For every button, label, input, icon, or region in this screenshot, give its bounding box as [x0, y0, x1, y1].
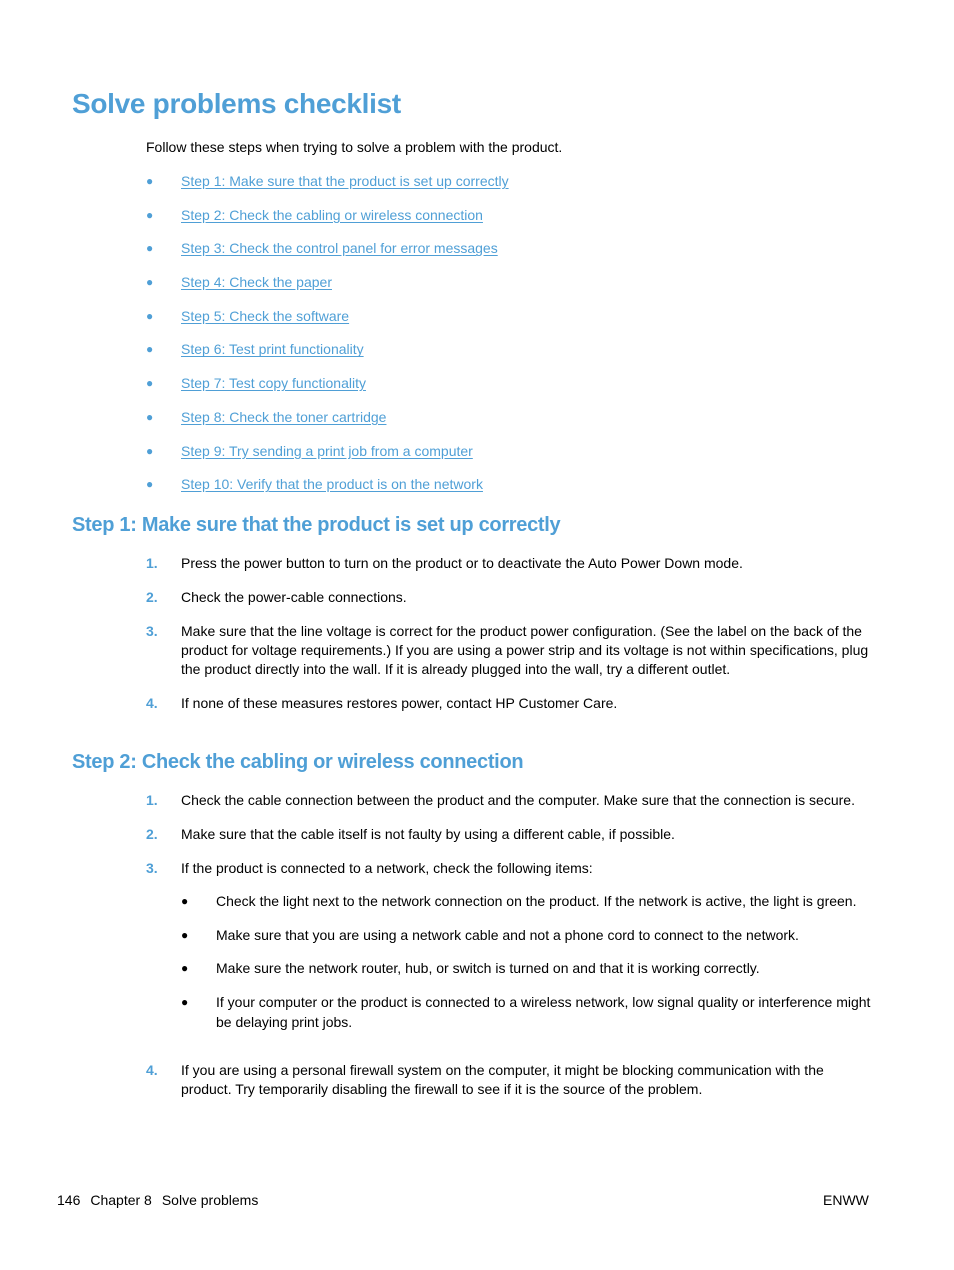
toc-item: ● Step 1: Make sure that the product is s…: [146, 172, 509, 206]
toc-link-step-1[interactable]: Step 1: Make sure that the product is se…: [181, 172, 509, 191]
step-number: 1.: [146, 792, 158, 808]
toc-item: ● Step 7: Test copy functionality: [146, 374, 509, 408]
bullet-icon: ●: [146, 275, 154, 290]
toc-item: ● Step 6: Test print functionality: [146, 340, 509, 374]
list-item: 1. Press the power button to turn on the …: [146, 554, 871, 573]
intro-text: Follow these steps when trying to solve …: [146, 139, 563, 155]
toc-item: ● Step 4: Check the paper: [146, 273, 509, 307]
step-text: Press the power button to turn on the pr…: [181, 555, 743, 571]
bullet-icon: ●: [146, 443, 154, 458]
step-text: If none of these measures restores power…: [181, 694, 618, 711]
bullet-icon: ●: [181, 995, 189, 1010]
toc-item: ● Step 8: Check the toner cartridge: [146, 408, 509, 442]
step-body: If the product is connected to a network…: [181, 859, 871, 1047]
step-text: If the product is connected to a network…: [181, 859, 593, 876]
page-number: 146: [57, 1192, 81, 1208]
sub-item-text: Check the light next to the network conn…: [216, 892, 857, 909]
sub-list-item: ● If your computer or the product is conn…: [181, 993, 871, 1032]
bullet-icon: ●: [181, 961, 189, 976]
bullet-icon: ●: [181, 927, 189, 942]
step-number: 4.: [146, 694, 158, 711]
toc-link-step-5[interactable]: Step 5: Check the software: [181, 307, 349, 326]
toc-link-step-6[interactable]: Step 6: Test print functionality: [181, 340, 364, 359]
list-item: 3. Make sure that the line voltage is cor…: [146, 622, 871, 680]
step-number: 3.: [146, 622, 158, 639]
step-number: 3.: [146, 859, 158, 876]
toc-link-step-8[interactable]: Step 8: Check the toner cartridge: [181, 408, 386, 427]
step-text: Make sure that the cable itself is not f…: [181, 825, 675, 842]
step-text: If you are using a personal firewall sys…: [181, 1061, 824, 1098]
sub-list-item: ● Check the light next to the network con…: [181, 892, 871, 911]
sub-list-item: ● Make sure the network router, hub, or s…: [181, 959, 871, 978]
step-number: 1.: [146, 555, 158, 571]
toc-link-step-7[interactable]: Step 7: Test copy functionality: [181, 374, 366, 393]
page-title: Solve problems checklist: [72, 88, 401, 119]
list-item: 4. If none of these measures restores pow…: [146, 694, 871, 713]
bullet-icon: ●: [146, 241, 154, 256]
toc-item: ● Step 5: Check the software: [146, 307, 509, 341]
step-2-list: 1. Check the cable connection between the…: [146, 791, 871, 1114]
sub-item-text: If your computer or the product is conne…: [216, 994, 871, 1030]
toc-item: ● Step 10: Verify that the product is on …: [146, 475, 509, 509]
toc-link-step-9[interactable]: Step 9: Try sending a print job from a c…: [181, 442, 473, 461]
bullet-icon: ●: [146, 174, 154, 188]
toc-link-step-10[interactable]: Step 10: Verify that the product is on t…: [181, 475, 483, 494]
step-number: 2.: [146, 825, 158, 842]
toc-link-step-3[interactable]: Step 3: Check the control panel for erro…: [181, 239, 498, 258]
list-item: 1. Check the cable connection between the…: [146, 791, 871, 810]
bullet-icon: ●: [146, 376, 154, 391]
toc-link-step-4[interactable]: Step 4: Check the paper: [181, 273, 332, 292]
toc-item: ● Step 3: Check the control panel for err…: [146, 239, 509, 273]
toc-item: ● Step 2: Check the cabling or wireless c…: [146, 206, 509, 240]
section-heading-step-1: Step 1: Make sure that the product is se…: [72, 514, 561, 536]
bullet-icon: ●: [146, 477, 154, 492]
toc-item: ● Step 9: Try sending a print job from a …: [146, 442, 509, 476]
step-text: Check the cable connection between the p…: [181, 792, 855, 808]
step-number: 4.: [146, 1061, 158, 1078]
sub-list-item: ● Make sure that you are using a network …: [181, 926, 871, 945]
page-footer: 146 Chapter 8 Solve problems: [57, 1192, 268, 1208]
bullet-icon: ●: [146, 409, 154, 424]
chapter-label: Chapter 8: [90, 1192, 152, 1208]
bullet-icon: ●: [181, 893, 189, 908]
list-item: 2. Check the power-cable connections.: [146, 588, 871, 607]
step-1-list: 1. Press the power button to turn on the …: [146, 554, 871, 728]
list-item: 4. If you are using a personal firewall s…: [146, 1061, 871, 1100]
chapter-title: Solve problems: [161, 1192, 259, 1208]
step-text: Make sure that the line voltage is corre…: [181, 622, 869, 678]
bullet-icon: ●: [146, 342, 154, 357]
step-text: Check the power-cable connections.: [181, 588, 407, 605]
step-link-list: ● Step 1: Make sure that the product is s…: [146, 172, 509, 509]
network-checks-list: ● Check the light next to the network con…: [181, 892, 871, 1032]
list-item: 2. Make sure that the cable itself is not…: [146, 825, 871, 844]
bullet-icon: ●: [146, 207, 154, 222]
locale-code: ENWW: [823, 1192, 869, 1208]
bullet-icon: ●: [146, 308, 154, 323]
section-heading-step-2: Step 2: Check the cabling or wireless co…: [72, 751, 524, 773]
sub-item-text: Make sure the network router, hub, or sw…: [216, 960, 760, 977]
toc-link-step-2[interactable]: Step 2: Check the cabling or wireless co…: [181, 206, 483, 225]
step-number: 2.: [146, 588, 158, 605]
list-item: 3. If the product is connected to a netw…: [146, 859, 871, 1047]
sub-item-text: Make sure that you are using a network c…: [216, 926, 799, 943]
